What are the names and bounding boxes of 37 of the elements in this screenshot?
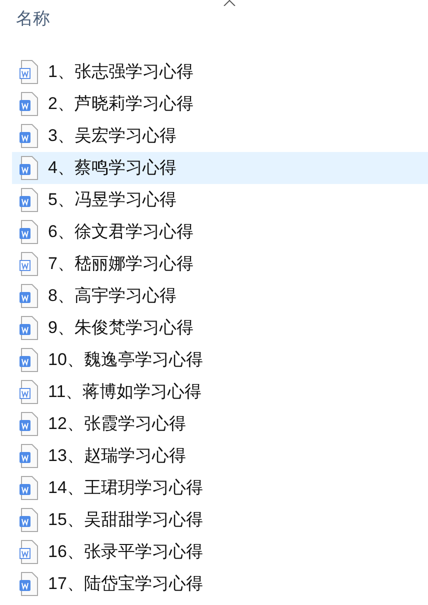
file-name: 15、吴甜甜学习心得: [48, 509, 203, 532]
file-name: 7、嵇丽娜学习心得: [48, 253, 194, 276]
word-document-icon: [19, 252, 39, 276]
file-name: 14、王珺玥学习心得: [48, 477, 203, 500]
sort-caret-icon[interactable]: [223, 0, 236, 6]
word-document-icon: [19, 476, 39, 500]
file-name: 3、吴宏学习心得: [48, 125, 176, 148]
file-name: 1、张志强学习心得: [48, 61, 194, 84]
file-name: 5、冯昱学习心得: [48, 189, 176, 212]
file-name: 9、朱俊梵学习心得: [48, 317, 194, 340]
word-document-icon: [19, 156, 39, 180]
word-document-icon: [19, 348, 39, 372]
file-name: 8、高宇学习心得: [48, 285, 176, 308]
file-name: 6、徐文君学习心得: [48, 221, 194, 244]
word-document-icon: [19, 92, 39, 116]
file-row[interactable]: 4、蔡鸣学习心得: [12, 152, 428, 184]
file-name: 13、赵瑞学习心得: [48, 445, 186, 468]
file-name: 17、陆岱宝学习心得: [48, 573, 203, 596]
word-document-icon: [19, 508, 39, 532]
file-name: 2、芦晓莉学习心得: [48, 93, 194, 116]
word-document-icon: [19, 220, 39, 244]
file-name: 4、蔡鸣学习心得: [48, 157, 176, 180]
word-document-icon: [19, 188, 39, 212]
word-document-icon: [19, 412, 39, 436]
word-document-icon: [19, 540, 39, 564]
word-document-icon: [19, 380, 39, 404]
file-name: 12、张霞学习心得: [48, 413, 186, 436]
word-document-icon: [19, 60, 39, 84]
word-document-icon: [19, 572, 39, 596]
column-header[interactable]: 名称: [16, 9, 50, 28]
word-document-icon: [19, 284, 39, 308]
file-name: 16、张录平学习心得: [48, 541, 203, 564]
file-name: 11、蒋博如学习心得: [48, 381, 202, 404]
word-document-icon: [19, 444, 39, 468]
word-document-icon: [19, 124, 39, 148]
word-document-icon: [19, 316, 39, 340]
file-name: 10、魏逸亭学习心得: [48, 349, 203, 372]
